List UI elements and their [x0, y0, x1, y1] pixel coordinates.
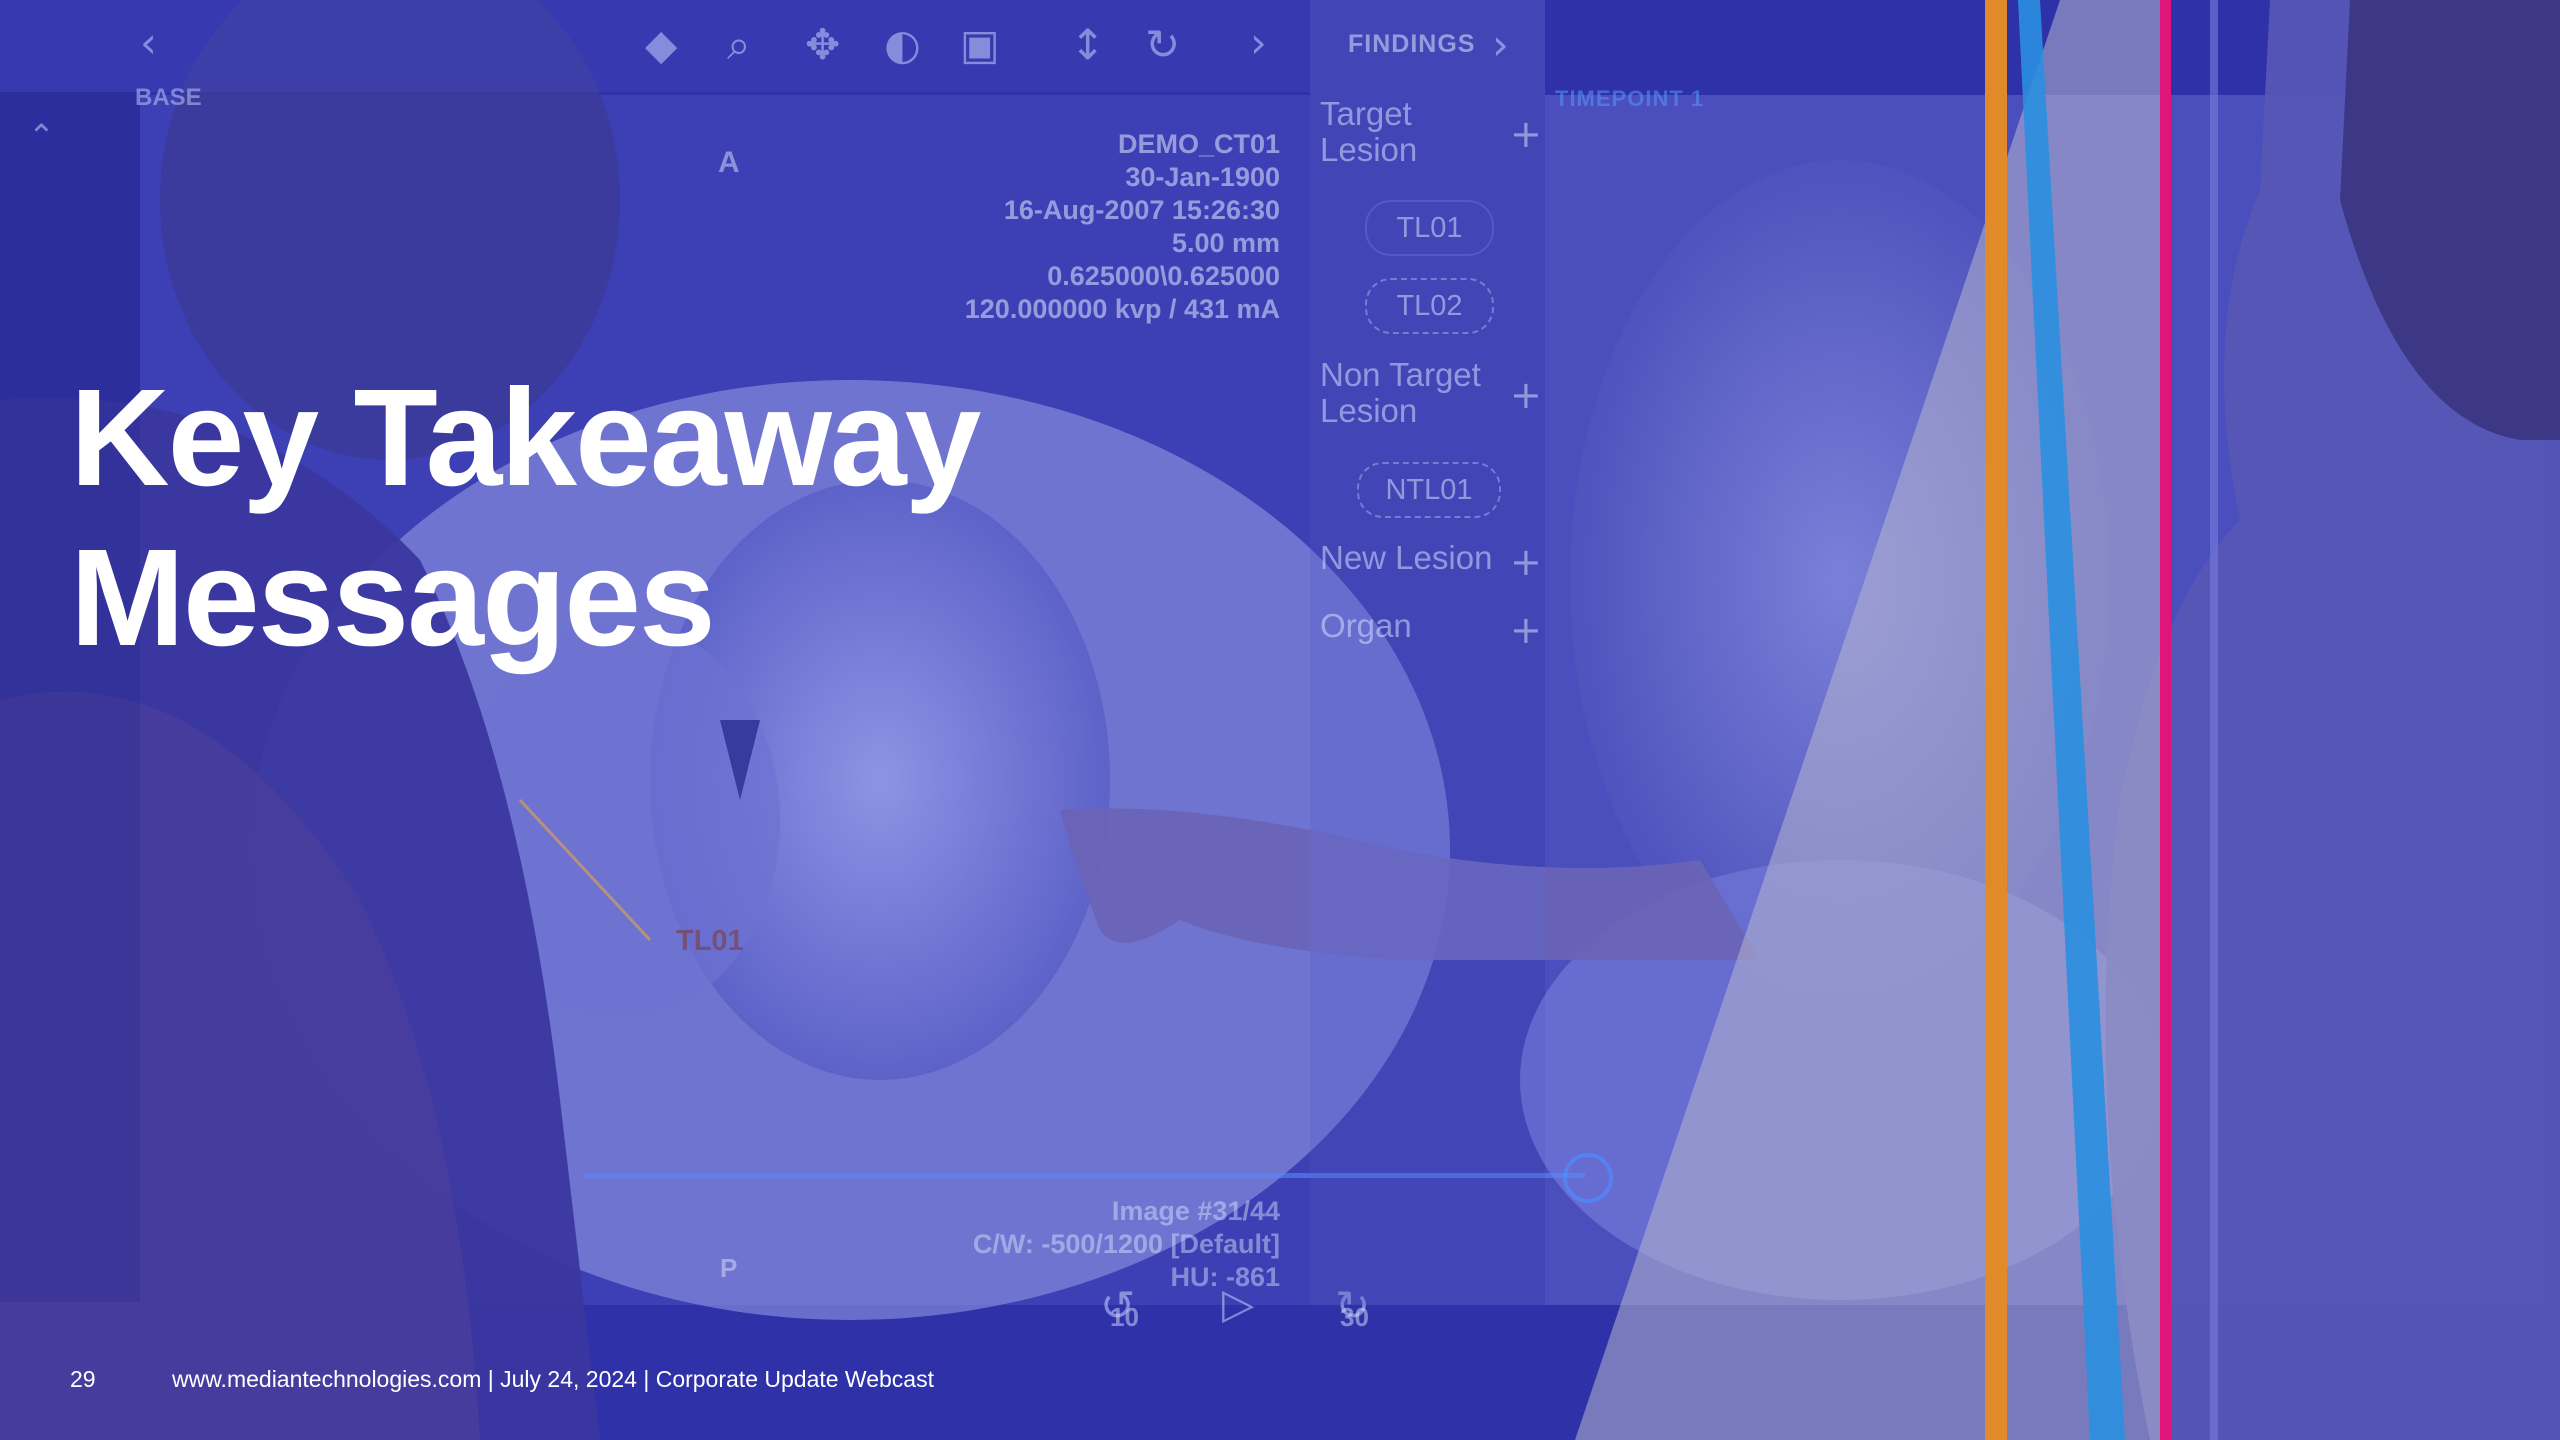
chevron-right-icon: ›: [1492, 20, 1509, 69]
slide-footer: 29 www.mediantechnologies.com | July 24, …: [70, 1366, 934, 1393]
page-number: 29: [70, 1366, 96, 1392]
findings-panel: [1310, 0, 1545, 1305]
accent-stripe-blue: [2018, 0, 2125, 1440]
lesion-label: TL01: [676, 925, 744, 957]
add-icon: +: [1510, 608, 1542, 652]
play-icon: ▷: [1222, 1279, 1255, 1328]
image-info-line: C/W: -500/1200 [Default]: [972, 1229, 1280, 1259]
chevron-up-icon: ⌃: [28, 117, 55, 155]
accent-stripe-orange: [1985, 0, 2007, 1440]
add-icon: +: [1510, 112, 1542, 156]
ct-info-block: DEMO_CT01 30-Jan-1900 16-Aug-2007 15:26:…: [965, 128, 1280, 326]
target-lesion-label: Target Lesion: [1320, 95, 1418, 168]
move-icon: ✥: [805, 20, 841, 69]
organ-label: Organ: [1320, 607, 1412, 644]
ct-info-line: DEMO_CT01: [1117, 129, 1280, 159]
finding-pill: TL01: [1365, 200, 1494, 256]
ct-info-line: 5.00 mm: [1171, 228, 1280, 258]
add-icon: +: [1510, 540, 1542, 584]
layers-icon: ◆: [645, 20, 678, 69]
p-label: P: [720, 1253, 738, 1283]
ct-info-line: 30-Jan-1900: [1125, 162, 1280, 192]
rewind-label: 10: [1110, 1302, 1139, 1332]
timepoint-tag: TIMEPOINT 1: [1555, 86, 1705, 111]
chevron-right-icon: ›: [1250, 18, 1267, 67]
orientation-label: A: [718, 146, 740, 179]
zoom-icon: ⌕: [727, 20, 751, 69]
title-slide: ‹ ◆ ⌕ ✥ ◐ ▣ ↕ ↻ › ⌃ BASE A DEMO_CT01 30-…: [0, 0, 2560, 1440]
rotate-icon: ↻: [1145, 20, 1181, 69]
viewer-side-strip: [0, 92, 140, 1302]
vertical-resize-icon: ↕: [1070, 20, 1106, 69]
ct-info-line: 16-Aug-2007 15:26:30: [1003, 195, 1280, 225]
baseline-tag: BASE: [135, 84, 202, 111]
slide-title-line: Messages: [70, 521, 716, 675]
accent-stripe-magenta: [2160, 0, 2171, 1440]
new-lesion-label: New Lesion: [1320, 539, 1493, 576]
findings-header: FINDINGS: [1348, 30, 1476, 58]
scan-slider-knob: [1563, 1153, 1613, 1203]
add-icon: +: [1510, 373, 1542, 417]
chevron-left-icon: ‹: [140, 18, 157, 67]
accent-stripe-faint: [2210, 0, 2218, 1440]
contrast-icon: ◐: [884, 20, 921, 69]
ct-info-line: 0.625000\0.625000: [1047, 261, 1280, 291]
slide-title: Key Takeaway Messages: [70, 358, 981, 678]
slide-title-line: Key Takeaway: [70, 361, 981, 515]
non-target-lesion-label: Non Target Lesion: [1320, 356, 1481, 429]
finding-pill: NTL01: [1357, 462, 1501, 518]
background-photo: [0, 0, 2560, 1440]
screen-icon: ▣: [960, 20, 1000, 69]
image-info-line: Image #31/44: [1111, 1196, 1280, 1226]
forward-label: 30: [1340, 1302, 1369, 1332]
finding-pill: TL02: [1365, 278, 1494, 334]
footer-text: www.mediantechnologies.com | July 24, 20…: [172, 1366, 934, 1392]
ct-info-line: 120.000000 kvp / 431 mA: [964, 294, 1280, 324]
